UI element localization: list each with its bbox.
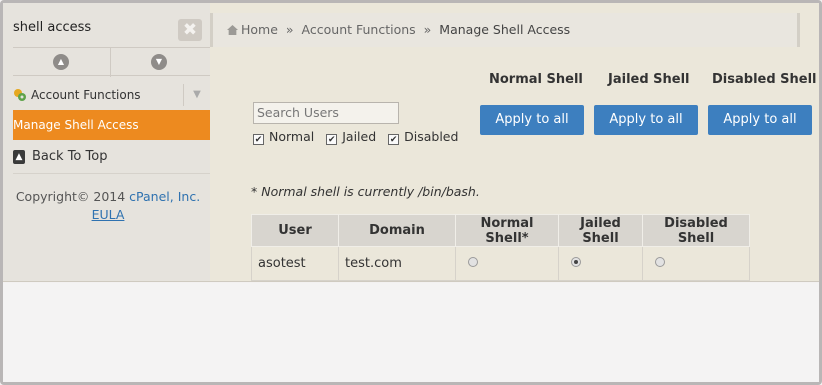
filter-jailed[interactable]: ✔ Jailed — [326, 129, 377, 145]
copyright: Copyright© 2014 cPanel, Inc. EULA — [13, 188, 203, 224]
breadcrumb-home[interactable]: Home — [241, 22, 278, 37]
filter-normal[interactable]: ✔ Normal — [253, 129, 315, 145]
column-header-domain[interactable]: Domain — [338, 214, 456, 247]
clear-search-icon[interactable]: ✖ — [178, 19, 202, 41]
chevron-down-icon[interactable]: ▼ — [183, 84, 210, 106]
expand-all-button[interactable]: ▼ — [110, 48, 206, 77]
user-cell: asotest — [251, 246, 339, 281]
disabled-shell-heading: Disabled Shell — [712, 72, 817, 87]
normal-shell-radio[interactable] — [468, 257, 478, 267]
main-content: Normal Shell Jailed Shell Disabled Shell… — [210, 47, 819, 281]
breadcrumb-separator: » — [423, 22, 432, 37]
filter-label: Normal — [269, 129, 315, 144]
account-functions-icon — [14, 89, 26, 101]
users-table: User Domain Normal Shell* Jailed Shell D… — [251, 214, 750, 281]
sidebar-divider — [13, 173, 210, 174]
sidebar-item-manage-shell-access[interactable]: Manage Shell Access — [13, 110, 210, 140]
disabled-shell-radio[interactable] — [655, 257, 665, 267]
column-header-disabled-shell: Disabled Shell — [642, 214, 750, 247]
normal-shell-cell — [455, 246, 559, 281]
normal-shell-heading: Normal Shell — [489, 72, 583, 87]
disabled-shell-cell — [642, 246, 750, 281]
apply-normal-all-button[interactable]: Apply to all — [480, 105, 584, 135]
column-header-user[interactable]: User — [251, 214, 339, 247]
copyright-text: Copyright© 2014 — [15, 189, 126, 204]
jailed-shell-radio[interactable] — [571, 257, 581, 267]
blank-lower-area — [3, 283, 819, 382]
sidebar: shell access ✖ ▲ ▼ Account Functions ▼ M… — [3, 3, 210, 281]
domain-cell: test.com — [338, 246, 456, 281]
filter-label: Disabled — [404, 129, 459, 144]
table-header-row: User Domain Normal Shell* Jailed Shell D… — [251, 214, 750, 247]
chevron-down-icon: ▼ — [151, 54, 167, 70]
shell-filters: ✔ Normal ✔ Jailed ✔ Disabled — [253, 129, 466, 145]
breadcrumb: Home » Account Functions » Manage Shell … — [210, 13, 800, 47]
sidebar-search-input[interactable]: shell access — [13, 20, 91, 35]
filter-disabled[interactable]: ✔ Disabled — [388, 129, 459, 145]
apply-disabled-all-button[interactable]: Apply to all — [708, 105, 812, 135]
jailed-shell-cell — [558, 246, 643, 281]
sidebar-item-label: Account Functions — [31, 88, 141, 102]
table-row: asotest test.com — [251, 246, 750, 281]
breadcrumb-current: Manage Shell Access — [439, 22, 571, 37]
normal-checkbox[interactable]: ✔ — [253, 134, 264, 145]
jailed-shell-heading: Jailed Shell — [608, 72, 690, 87]
sidebar-search[interactable]: shell access ✖ — [3, 11, 210, 45]
default-shell-note: * Normal shell is currently /bin/bash. — [251, 184, 480, 199]
sidebar-item-account-functions[interactable]: Account Functions ▼ — [13, 80, 210, 110]
chevron-up-icon: ▲ — [53, 54, 69, 70]
apply-jailed-all-button[interactable]: Apply to all — [594, 105, 698, 135]
filter-label: Jailed — [342, 129, 377, 144]
breadcrumb-separator: » — [285, 22, 294, 37]
sidebar-nav-arrows: ▲ ▼ — [13, 47, 210, 77]
collapse-all-button[interactable]: ▲ — [13, 48, 109, 77]
column-header-jailed-shell: Jailed Shell — [558, 214, 643, 247]
back-to-top-link[interactable]: ▲ Back To Top — [13, 142, 210, 172]
arrow-up-icon: ▲ — [13, 150, 25, 164]
disabled-checkbox[interactable]: ✔ — [388, 134, 400, 145]
home-icon — [227, 25, 238, 35]
search-users-input[interactable]: Search Users — [253, 102, 399, 124]
eula-link[interactable]: EULA — [92, 207, 125, 222]
cpanel-window: shell access ✖ ▲ ▼ Account Functions ▼ M… — [3, 3, 819, 282]
back-to-top-label: Back To Top — [32, 149, 108, 164]
cpanel-link[interactable]: cPanel, Inc. — [129, 189, 200, 204]
jailed-checkbox[interactable]: ✔ — [326, 134, 338, 145]
column-header-normal-shell: Normal Shell* — [455, 214, 559, 247]
breadcrumb-section[interactable]: Account Functions — [302, 22, 416, 37]
